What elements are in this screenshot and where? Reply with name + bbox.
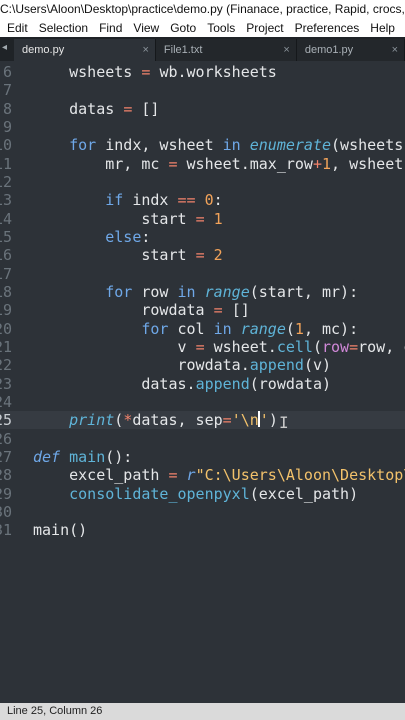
tab-file1-txt[interactable]: File1.txt × [155,39,297,61]
line-number: 15 [0,228,13,246]
line-code: for indx, wsheet in enumerate(wsheets): [69,136,405,154]
code-line: 12 [0,173,405,191]
menu-help[interactable]: Help [363,19,399,37]
close-icon[interactable]: × [392,39,398,61]
line-number: 19 [0,301,13,319]
line-number: 13 [0,191,13,209]
line-number: 24 [0,393,13,411]
menu-bar: Edit Selection Find View Goto Tools Proj… [0,19,405,37]
tab-label: demo1.py [304,44,354,56]
code-line: 13 if indx == 0: [0,191,405,209]
code-line: 7 [0,81,405,99]
line-number: 12 [0,173,13,191]
line-number: 21 [0,338,13,356]
line-code: excel_path = r"C:\Users\Aloon\Desktop\P [69,466,405,484]
menu-tools[interactable]: Tools [200,19,239,37]
menu-view[interactable]: View [126,19,163,37]
code-line: 30 [0,503,405,521]
code-line: 11 mr, mc = wsheet.max_row+1, wsheet.m [0,155,405,173]
code-line: 6 wsheets = wb.worksheets [0,63,405,81]
code-line: 14 start = 1 [0,210,405,228]
line-number: 14 [0,210,13,228]
code-line: 27 def main(): [0,448,405,466]
line-code: consolidate_openpyxl(excel_path) [69,485,359,503]
line-code: else: [105,228,151,246]
line-number: 26 [0,430,13,448]
line-number: 23 [0,375,13,393]
line-code: start = 1 [141,210,223,228]
code-editor[interactable]: 6 wsheets = wb.worksheets 7 8 datas = []… [0,61,405,703]
line-number: 18 [0,283,13,301]
code-line: 8 datas = [] [0,100,405,118]
code-line: 26 [0,430,405,448]
close-icon[interactable]: × [283,39,289,61]
line-number: 20 [0,320,13,338]
line-number: 7 [2,81,12,99]
line-code: start = 2 [141,246,223,264]
cursor-position: Line 25, Column 26 [7,705,103,717]
code-line: 24 [0,393,405,411]
tab-label: demo.py [22,44,65,56]
line-number: 28 [0,466,13,484]
menu-goto[interactable]: Goto [163,19,200,37]
code-line: 22 rowdata.append(v) [0,356,405,374]
code-line: 19 rowdata = [] [0,301,405,319]
line-code: rowdata = [] [141,301,250,319]
line-code: datas.append(rowdata) [141,375,332,393]
code-line: 16 start = 2 [0,246,405,264]
line-code: for col in range(1, mc): [141,320,359,338]
menu-selection[interactable]: Selection [32,19,92,37]
code-line: 29 consolidate_openpyxl(excel_path) [0,485,405,503]
line-number: 31 [0,521,13,539]
code-line: 28 excel_path = r"C:\Users\Aloon\Desktop… [0,466,405,484]
code-line: 31 main() [0,521,405,539]
line-code: main() [33,521,88,539]
line-number: 22 [0,356,13,374]
line-number: 30 [0,503,13,521]
menu-preferences[interactable]: Preferences [288,19,364,37]
menu-project[interactable]: Project [239,19,287,37]
menu-find[interactable]: Find [92,19,126,37]
code-line: 15 else: [0,228,405,246]
line-number: 10 [0,136,13,154]
line-code: if indx == 0: [105,191,223,209]
menu-edit[interactable]: Edit [0,19,32,37]
tab-demo-py[interactable]: demo.py × [14,39,156,61]
line-code: mr, mc = wsheet.max_row+1, wsheet.m [105,155,405,173]
line-number: 27 [0,448,13,466]
window-title: C:\Users\Aloon\Desktop\practice\demo.py … [0,0,405,19]
code-line: 18 for row in range(start, mr): [0,283,405,301]
line-code: datas = [] [69,100,160,118]
line-number: 25 [0,411,13,429]
line-number: 16 [0,246,13,264]
window-title-text: C:\Users\Aloon\Desktop\practice\demo.py … [0,2,405,16]
line-number: 6 [2,63,12,81]
code-line: 21 v = wsheet.cell(row=row, co [0,338,405,356]
line-code: def main(): [33,448,133,466]
tab-label: File1.txt [163,44,203,56]
line-code: v = wsheet.cell(row=row, co [177,338,405,356]
tab-bar: demo.py × File1.txt × demo1.py × [0,37,405,61]
tab-scroll-left-icon[interactable]: ◂ [2,42,7,53]
line-number: 17 [0,265,13,283]
code-line: 23 datas.append(rowdata) [0,375,405,393]
line-number: 29 [0,485,13,503]
code-line: 9 [0,118,405,136]
code-line: 17 [0,265,405,283]
line-number: 9 [2,118,12,136]
line-number: 11 [0,155,13,173]
code-line: 10 for indx, wsheet in enumerate(wsheets… [0,136,405,154]
tab-demo1-py[interactable]: demo1.py × [296,39,405,61]
line-number: 8 [2,100,12,118]
line-code: for row in range(start, mr): [105,283,359,301]
line-code: wsheets = wb.worksheets [69,63,277,81]
status-bar: Line 25, Column 26 [0,703,405,720]
line-code: print(*datas, sep='\n') [69,411,278,429]
close-icon[interactable]: × [142,39,148,61]
line-code: rowdata.append(v) [177,356,332,374]
code-line-current: 25 print(*datas, sep='\n') [0,411,405,429]
ibeam-cursor-icon: I [279,413,289,432]
code-line: 20 for col in range(1, mc): [0,320,405,338]
